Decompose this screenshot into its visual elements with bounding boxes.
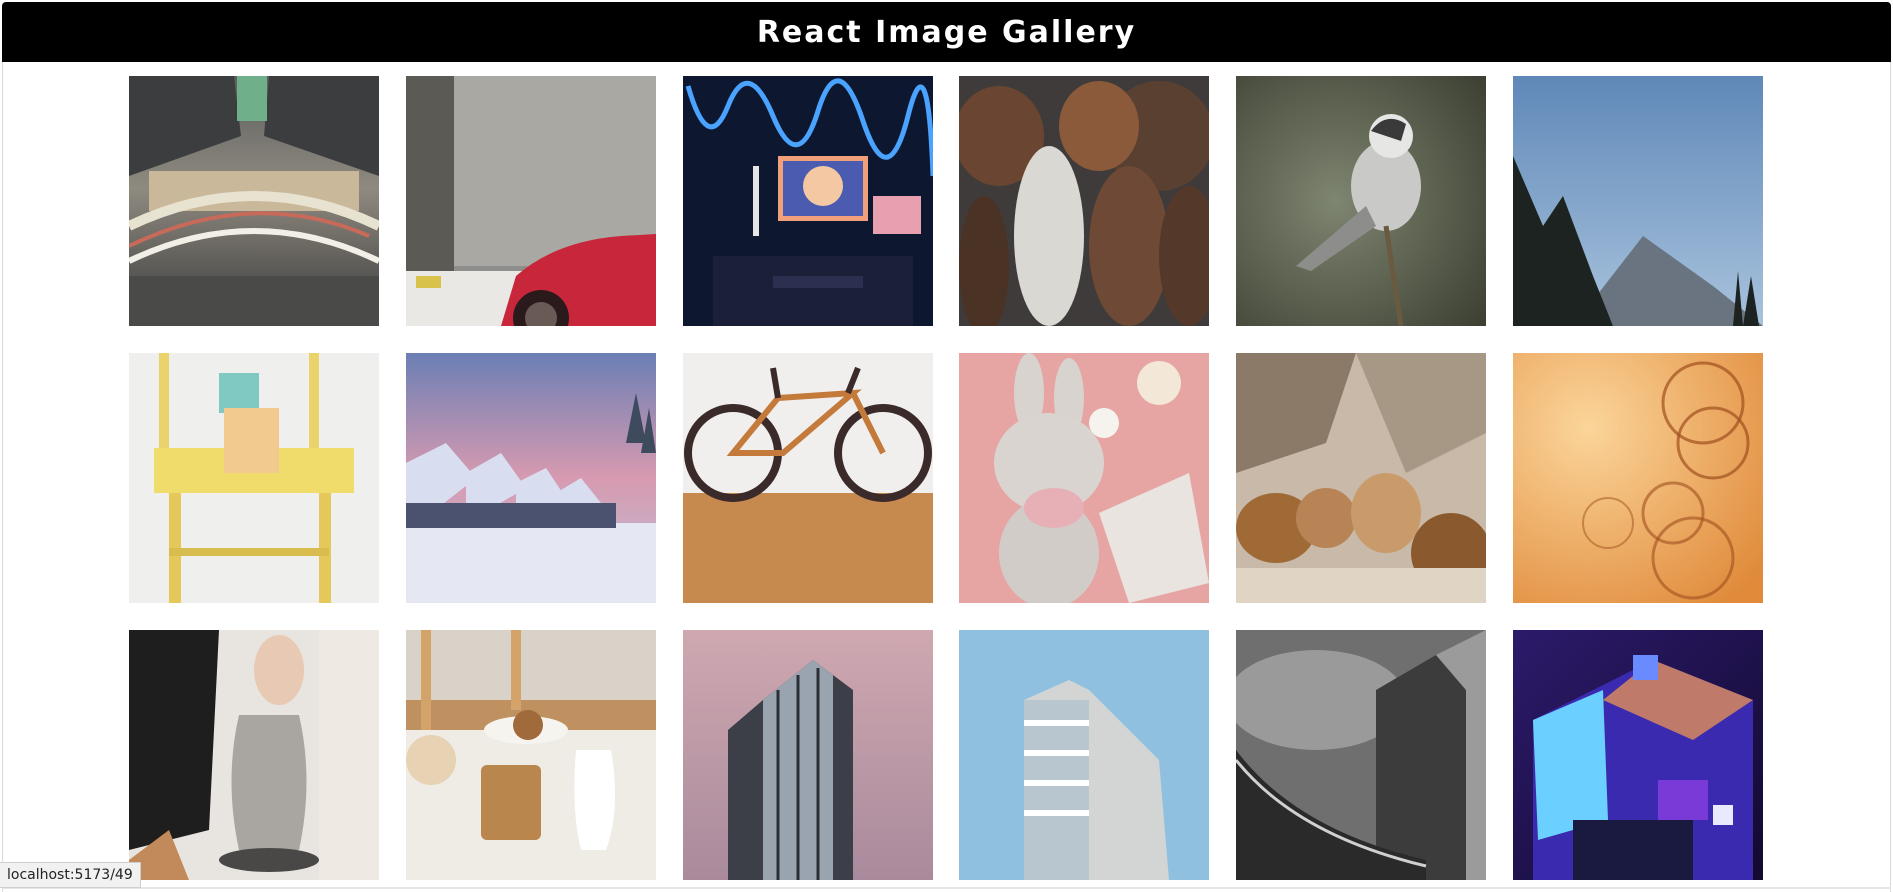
gallery-image-white-building-blue-sky[interactable] — [959, 630, 1210, 880]
gallery-image-neon-desk-setup[interactable] — [682, 76, 933, 326]
gallery-image-abstract-3d-cubes[interactable] — [1512, 630, 1763, 880]
status-url: localhost:5173/49 — [7, 867, 133, 883]
coffee-table-image — [405, 630, 656, 880]
bottom-border — [2, 887, 1891, 889]
yellow-chair-image — [129, 353, 379, 603]
gallery-image-red-car-in-garage[interactable] — [405, 76, 656, 326]
gallery-image-rocky-formations[interactable] — [1236, 353, 1487, 603]
snowy-cabins-image — [405, 353, 656, 603]
bunny-image — [959, 353, 1210, 603]
gallery-image-coffee-and-cookies-table[interactable] — [405, 630, 656, 880]
skyscraper-image — [682, 630, 933, 880]
abstract-cubes-image — [1512, 630, 1763, 880]
gallery-image-orange-bokeh-rings[interactable] — [1512, 353, 1763, 603]
red-car-image — [405, 76, 656, 326]
right-border — [1890, 62, 1891, 892]
bw-towers-image — [1236, 630, 1487, 880]
bird-image — [1236, 76, 1487, 326]
bicycle-image — [682, 353, 933, 603]
white-building-image — [959, 630, 1210, 880]
neon-desk-image — [682, 76, 933, 326]
tunnel-light-trails-image — [129, 76, 379, 326]
horses-image — [959, 76, 1210, 326]
gallery-image-pottery-on-wheel[interactable] — [129, 630, 379, 880]
app-header: React Image Gallery — [2, 2, 1891, 62]
gallery-image-mountain-forest-sky[interactable] — [1512, 76, 1763, 326]
image-gallery-grid — [129, 76, 1763, 880]
page-title: React Image Gallery — [756, 14, 1137, 50]
gallery-image-glass-skyscraper-pink-sky[interactable] — [682, 630, 933, 880]
gallery-image-herd-of-horses[interactable] — [959, 76, 1210, 326]
rocks-image — [1236, 353, 1487, 603]
gallery-image-black-and-white-towers[interactable] — [1236, 630, 1487, 880]
mountain-image — [1512, 76, 1763, 326]
gallery-image-snowy-cabins-sunset[interactable] — [405, 353, 656, 603]
left-border — [2, 62, 3, 892]
browser-viewport: React Image Gallery localhost:5173/49 — [0, 0, 1893, 892]
gallery-image-copper-fixie-bicycle[interactable] — [682, 353, 933, 603]
pottery-image — [129, 630, 379, 880]
bokeh-image — [1512, 353, 1763, 603]
gallery-image-plush-bunny-on-pink-cloth[interactable] — [959, 353, 1210, 603]
gallery-image-yellow-chair-with-mugs[interactable] — [129, 353, 379, 603]
gallery-image-tunnel-light-trails[interactable] — [129, 76, 379, 326]
gallery-image-grey-jay-bird[interactable] — [1236, 76, 1487, 326]
browser-status-bar: localhost:5173/49 — [0, 862, 141, 888]
